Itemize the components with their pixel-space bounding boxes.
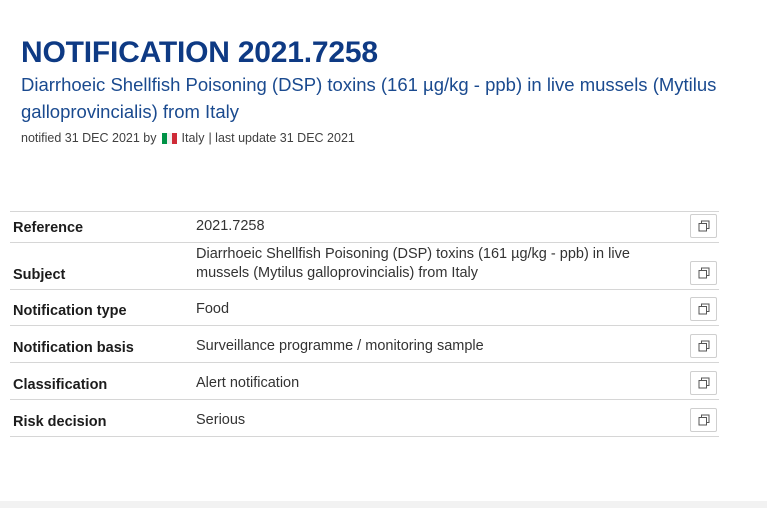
notification-meta: notified 31 DEC 2021 by Italy | last upd… bbox=[21, 131, 721, 145]
row-label-subject: Subject bbox=[13, 267, 66, 283]
row-label-classification: Classification bbox=[13, 377, 108, 393]
copy-icon bbox=[698, 220, 709, 232]
table-row: Risk decision Serious bbox=[10, 400, 719, 437]
row-value-classification: Alert notification bbox=[196, 375, 300, 391]
row-value-subject: Diarrhoeic Shellfish Poisoning (DSP) tox… bbox=[196, 246, 630, 281]
details-table: Reference 2021.7258 Subject Diarrhoeic S… bbox=[10, 211, 719, 437]
last-update: | last update 31 DEC 2021 bbox=[208, 131, 355, 145]
table-row: Notification basis Surveillance programm… bbox=[10, 326, 719, 363]
copy-icon bbox=[698, 340, 709, 352]
table-row: Reference 2021.7258 bbox=[10, 212, 719, 243]
notification-subtitle: Diarrhoeic Shellfish Poisoning (DSP) tox… bbox=[21, 74, 717, 122]
copy-button[interactable] bbox=[690, 297, 717, 321]
row-label-notification-type: Notification type bbox=[13, 303, 127, 319]
copy-button[interactable] bbox=[690, 334, 717, 358]
copy-icon bbox=[698, 414, 709, 426]
notification-header: NOTIFICATION 2021.7258 Diarrhoeic Shellf… bbox=[21, 36, 721, 145]
copy-icon bbox=[698, 303, 709, 315]
copy-button[interactable] bbox=[690, 371, 717, 395]
table-row: Notification type Food bbox=[10, 290, 719, 326]
copy-icon bbox=[698, 377, 709, 389]
page-title: NOTIFICATION 2021.7258 bbox=[21, 36, 378, 69]
italy-flag-icon bbox=[161, 132, 177, 144]
row-value-notification-basis: Surveillance programme / monitoring samp… bbox=[196, 338, 484, 354]
copy-icon bbox=[698, 267, 709, 279]
table-row: Subject Diarrhoeic Shellfish Poisoning (… bbox=[10, 243, 719, 290]
notified-date: notified 31 DEC 2021 by bbox=[21, 131, 157, 145]
copy-button[interactable] bbox=[690, 261, 717, 285]
row-label-reference: Reference bbox=[13, 220, 84, 236]
table-row: Classification Alert notification bbox=[10, 363, 719, 400]
row-value-risk-decision: Serious bbox=[196, 412, 246, 428]
row-value-notification-type: Food bbox=[196, 301, 230, 317]
row-value-reference: 2021.7258 bbox=[196, 218, 265, 234]
footer-strip bbox=[0, 501, 767, 508]
copy-button[interactable] bbox=[690, 214, 717, 238]
row-label-risk-decision: Risk decision bbox=[13, 414, 107, 430]
notified-country: Italy bbox=[181, 131, 205, 145]
row-label-notification-basis: Notification basis bbox=[13, 340, 134, 356]
copy-button[interactable] bbox=[690, 408, 717, 432]
